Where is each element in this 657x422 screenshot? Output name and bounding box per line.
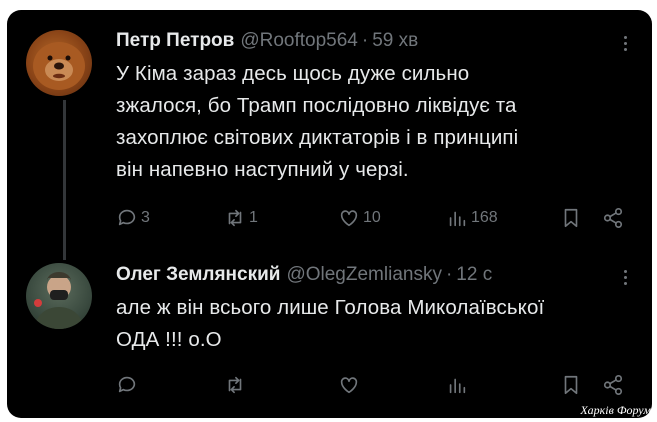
reply-count: 3 — [141, 209, 150, 226]
share-icon — [603, 208, 623, 228]
tweet-header: Олег Землянский @OlegZemliansky · 12 с — [116, 262, 634, 288]
reply-button[interactable]: 3 — [116, 205, 150, 231]
author-handle[interactable]: @Rooftop564 — [240, 28, 358, 54]
reply-button[interactable] — [116, 372, 141, 398]
author-name[interactable]: Петр Петров — [116, 28, 234, 54]
forum-watermark: Харків Форум — [580, 403, 651, 417]
person-avatar-image — [34, 272, 84, 329]
tweet-text: але ж він всього лише Голова Миколаївськ… — [116, 296, 545, 351]
reply-icon — [118, 209, 136, 226]
tweet-header: Петр Петров @Rooftop564 · 59 хв — [116, 28, 634, 54]
views-count: 168 — [471, 209, 498, 226]
share-button[interactable] — [602, 372, 624, 398]
tweet[interactable]: Петр Петров @Rooftop564 · 59 хв У Кіма з… — [116, 28, 634, 186]
like-button[interactable]: 10 — [338, 205, 381, 231]
tweet-text: У Кіма зараз десь щось дуже сильно зжало… — [116, 62, 519, 181]
timeline-panel: Петр Петров @Rooftop564 · 59 хв У Кіма з… — [7, 10, 652, 418]
timestamp[interactable]: 59 хв — [372, 28, 418, 54]
dog-avatar-image — [33, 42, 85, 90]
repost-icon — [228, 209, 242, 227]
bookmark-icon — [564, 208, 578, 228]
more-icon[interactable] — [616, 32, 634, 54]
repost-button[interactable] — [224, 372, 249, 398]
share-button[interactable] — [602, 205, 624, 231]
views-button[interactable] — [446, 372, 471, 398]
avatar[interactable] — [26, 30, 92, 96]
timestamp[interactable]: 12 с — [456, 262, 492, 288]
views-icon — [449, 211, 466, 227]
separator: · — [361, 30, 369, 51]
views-button[interactable]: 168 — [446, 205, 498, 231]
like-count: 10 — [363, 209, 381, 226]
author-name[interactable]: Олег Землянский — [116, 262, 280, 288]
like-button[interactable] — [338, 372, 363, 398]
bookmark-button[interactable] — [560, 205, 582, 231]
like-icon — [340, 377, 358, 394]
separator: · — [445, 264, 453, 285]
repost-icon — [228, 376, 242, 394]
like-icon — [340, 210, 358, 227]
reply-icon — [118, 376, 136, 393]
bookmark-icon — [564, 375, 578, 395]
bookmark-button[interactable] — [560, 372, 582, 398]
share-icon — [603, 375, 623, 395]
avatar[interactable] — [26, 263, 92, 329]
thread-connector — [63, 100, 66, 260]
more-icon[interactable] — [616, 266, 634, 288]
repost-count: 1 — [249, 209, 258, 226]
tweet-actions — [116, 372, 634, 398]
author-handle[interactable]: @OlegZemliansky — [286, 262, 442, 288]
tweet[interactable]: Олег Землянский @OlegZemliansky · 12 с а… — [116, 262, 634, 356]
views-icon — [449, 378, 466, 394]
repost-button[interactable]: 1 — [224, 205, 258, 231]
tweet-actions: 3 1 10 168 — [116, 205, 634, 231]
